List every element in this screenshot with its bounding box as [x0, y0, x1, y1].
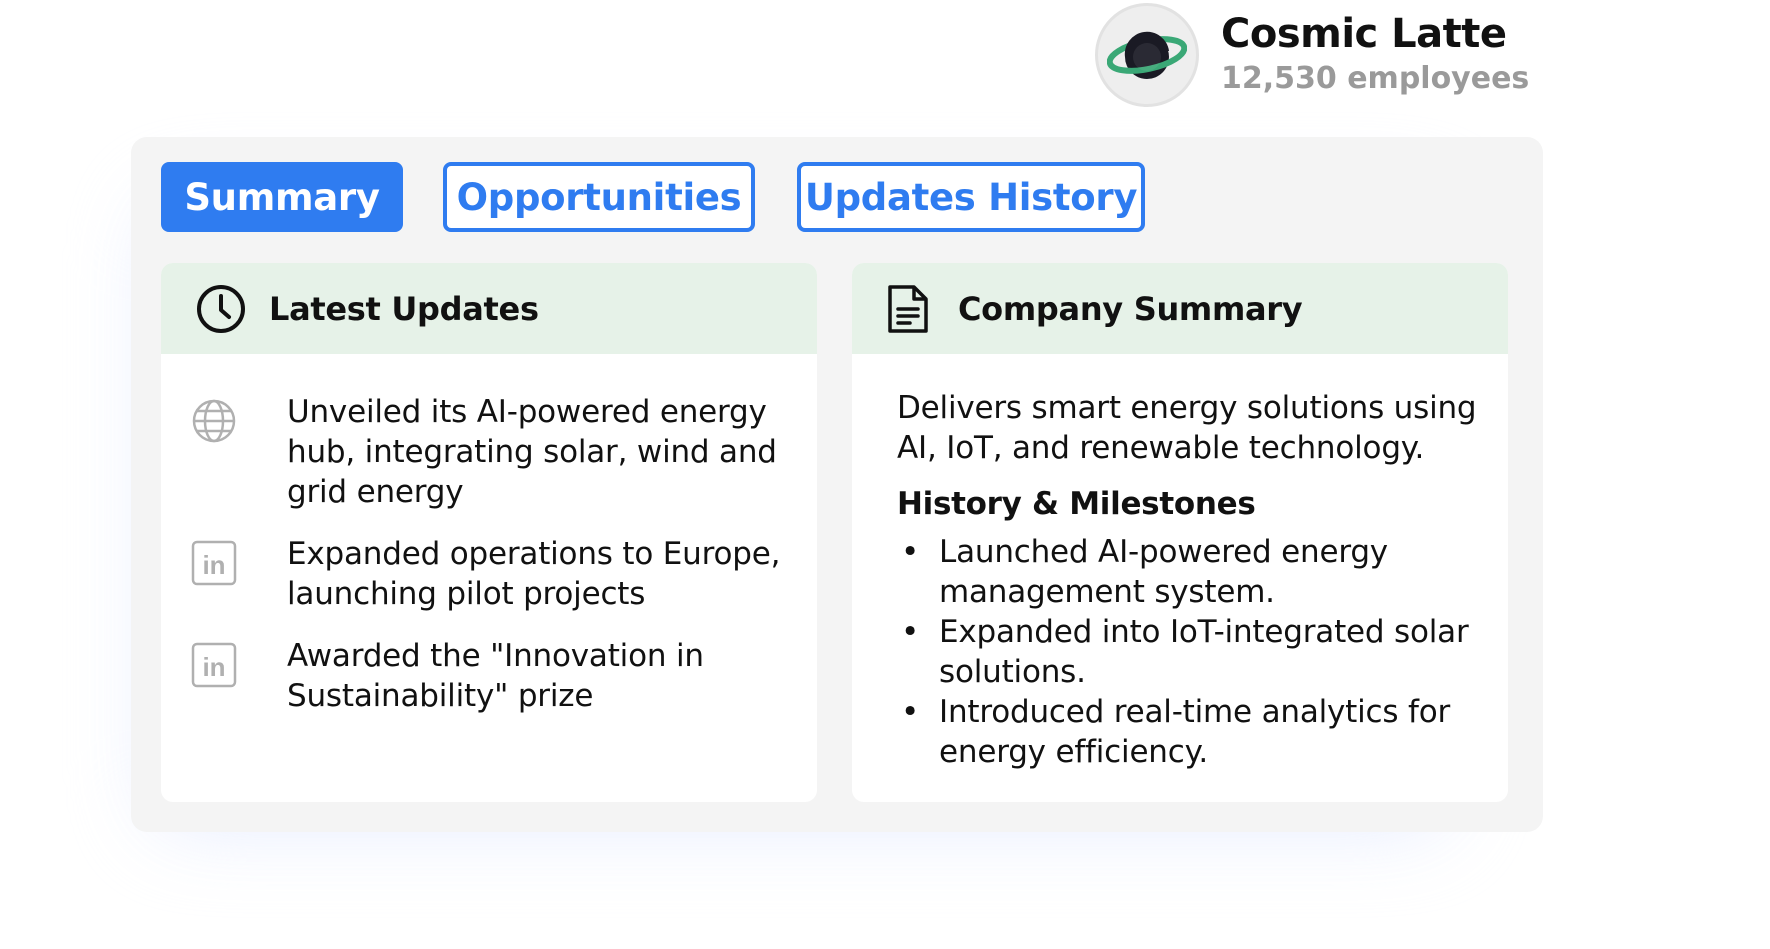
linkedin-icon: in	[191, 540, 241, 590]
update-text: Unveiled its AI-powered energy hub, inte…	[287, 394, 777, 510]
company-summary-card: Company Summary Delivers smart energy so…	[852, 263, 1508, 802]
company-card-view: Cosmic Latte 12,530 employees Summary Op…	[0, 0, 1770, 949]
linkedin-icon: in	[191, 642, 241, 692]
update-text: Awarded the "Innovation in Sustainabilit…	[287, 638, 704, 714]
milestone-item: • Introduced real-time analytics for ener…	[901, 694, 1451, 770]
svg-text:in: in	[202, 550, 225, 580]
updates-list: Unveiled its AI-powered energy hub, inte…	[161, 354, 817, 716]
update-item[interactable]: in Awarded the "Innovation in Sustainabi…	[191, 636, 797, 716]
tab-opportunities[interactable]: Opportunities	[443, 162, 755, 232]
company-summary-header: Company Summary	[852, 263, 1508, 354]
milestone-item: • Launched AI-powered energy management s…	[901, 534, 1388, 610]
update-item[interactable]: in Expanded operations to Europe, launch…	[191, 534, 797, 614]
update-text: Expanded operations to Europe, launching…	[287, 536, 781, 612]
milestone-item: • Expanded into IoT-integrated solar solu…	[901, 614, 1469, 690]
company-description: Delivers smart energy solutions using AI…	[897, 390, 1477, 466]
company-header: Cosmic Latte 12,530 employees	[1095, 0, 1529, 110]
update-item[interactable]: Unveiled its AI-powered energy hub, inte…	[191, 392, 797, 512]
employee-count: 12,530 employees	[1221, 61, 1530, 96]
svg-text:in: in	[202, 652, 225, 682]
tab-updates-history[interactable]: Updates History	[797, 162, 1145, 232]
company-panel: Summary Opportunities Updates History La…	[131, 137, 1543, 832]
document-icon	[888, 284, 928, 333]
company-summary-title: Company Summary	[958, 289, 1303, 328]
milestones-list: • Launched AI-powered energy management s…	[897, 532, 1478, 772]
globe-icon	[191, 398, 241, 448]
tab-summary[interactable]: Summary	[161, 162, 403, 232]
latest-updates-header: Latest Updates	[161, 263, 817, 354]
company-logo	[1095, 3, 1199, 107]
milestones-heading: History & Milestones	[897, 486, 1256, 522]
planet-logo-icon	[1107, 31, 1187, 79]
latest-updates-title: Latest Updates	[269, 289, 539, 328]
latest-updates-card: Latest Updates Unveiled its AI-powered e…	[161, 263, 817, 802]
summary-body: Delivers smart energy solutions using AI…	[852, 354, 1508, 772]
company-name: Cosmic Latte	[1221, 11, 1507, 57]
clock-icon	[197, 284, 245, 333]
